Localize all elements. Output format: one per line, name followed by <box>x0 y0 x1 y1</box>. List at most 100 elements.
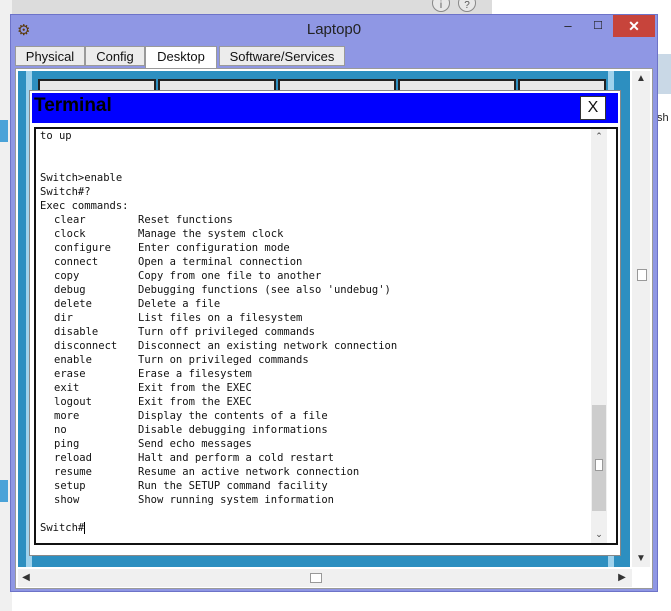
tab-desktop[interactable]: Desktop <box>145 46 217 68</box>
tab-software-services[interactable]: Software/Services <box>219 46 345 66</box>
command-name: connect <box>54 256 99 268</box>
command-description: Resume an active network connection <box>138 466 360 478</box>
background-app-top-edge: i ? <box>12 0 492 14</box>
command-row: logout Exit from the EXEC <box>40 395 588 409</box>
command-row: dir List files on a filesystem <box>40 311 588 325</box>
command-description: Open a terminal connection <box>138 256 303 268</box>
command-description: Turn off privileged commands <box>138 326 316 338</box>
command-name: erase <box>54 368 86 380</box>
terminal-console-frame: to up Switch>enable Switch#? Exec commands:… <box>34 127 618 545</box>
command-description: Turn on privileged commands <box>138 354 309 366</box>
prompt: Switch# <box>40 522 85 534</box>
command-name: disconnect <box>54 340 118 352</box>
tab-config[interactable]: Config <box>85 46 145 66</box>
command-row: clear Reset functions <box>40 213 588 227</box>
scroll-up-icon[interactable]: ⌃ <box>591 129 607 143</box>
background-thumbnail <box>657 54 671 94</box>
scroll-thumb[interactable] <box>592 405 606 511</box>
command-row: delete Delete a file <box>40 297 588 311</box>
tab-physical[interactable]: Physical <box>15 46 85 66</box>
command-name: enable <box>54 354 92 366</box>
command-description: Enter configuration mode <box>138 242 290 254</box>
command-row: clock Manage the system clock <box>40 227 588 241</box>
console-line: Exec commands: <box>40 200 129 212</box>
command-description: Disable debugging informations <box>138 424 328 436</box>
command-row: connect Open a terminal connection <box>40 255 588 269</box>
command-name: show <box>54 494 80 506</box>
command-name: copy <box>54 270 80 282</box>
command-name: dir <box>54 312 73 324</box>
desktop-horizontal-scrollbar[interactable]: ◀ ▶ <box>18 569 632 587</box>
console-line: to up <box>40 130 72 142</box>
command-row: more Display the contents of a file <box>40 409 588 423</box>
command-name: disable <box>54 326 99 338</box>
command-name: exit <box>54 382 80 394</box>
command-row: resume Resume an active network connectio… <box>40 465 588 479</box>
command-row: disconnect Disconnect an existing network… <box>40 339 588 353</box>
command-description: Halt and perform a cold restart <box>138 452 334 464</box>
command-row: disable Turn off privileged commands <box>40 325 588 339</box>
scroll-down-icon[interactable]: ▼ <box>632 551 650 567</box>
command-row: enable Turn on privileged commands <box>40 353 588 367</box>
command-name: resume <box>54 466 92 478</box>
minimize-button[interactable]: – <box>555 15 581 37</box>
command-row: setup Run the SETUP command facility <box>40 479 588 493</box>
command-row: reload Halt and perform a cold restart <box>40 451 588 465</box>
command-name: delete <box>54 298 92 310</box>
command-description: Run the SETUP command facility <box>138 480 328 492</box>
desktop-vertical-scrollbar[interactable]: ▲ ▼ <box>632 71 650 567</box>
command-name: debug <box>54 284 86 296</box>
command-description: Disconnect an existing network connectio… <box>138 340 398 352</box>
command-row: ping Send echo messages <box>40 437 588 451</box>
close-button[interactable]: ✕ <box>613 15 655 37</box>
scroll-thumb[interactable] <box>310 573 322 583</box>
command-description: Send echo messages <box>138 438 252 450</box>
command-description: Debugging functions (see also 'undebug') <box>138 284 391 296</box>
terminal-scrollbar[interactable]: ⌃ ⌄ <box>591 129 607 543</box>
command-row: erase Erase a filesystem <box>40 367 588 381</box>
scroll-up-icon[interactable]: ▲ <box>632 71 650 87</box>
scroll-left-icon[interactable]: ◀ <box>18 569 34 587</box>
scroll-down-icon[interactable]: ⌄ <box>591 527 607 541</box>
console-line: Switch>enable <box>40 172 123 184</box>
command-description: Display the contents of a file <box>138 410 328 422</box>
terminal-title: Terminal <box>34 95 112 116</box>
command-name: more <box>54 410 80 422</box>
command-description: Manage the system clock <box>138 228 284 240</box>
terminal-console[interactable]: to up Switch>enable Switch#? Exec commands:… <box>40 129 588 543</box>
command-row: configure Enter configuration mode <box>40 241 588 255</box>
terminal-dialog: Terminal X to up Switch>enable Switch#? Exe… <box>29 90 621 556</box>
command-description: Show running system information <box>138 494 334 506</box>
command-description: Exit from the EXEC <box>138 396 252 408</box>
command-row: show Show running system information <box>40 493 588 507</box>
command-row: debug Debugging functions (see also 'unde… <box>40 283 588 297</box>
command-name: clear <box>54 214 86 226</box>
scroll-grip <box>595 459 603 471</box>
command-row: copy Copy from one file to another <box>40 269 588 283</box>
background-strip <box>0 480 8 502</box>
background-strip <box>0 120 8 142</box>
terminal-titlebar[interactable]: Terminal X <box>32 93 618 123</box>
background-text-fragment: sh <box>657 112 669 124</box>
maximize-button[interactable]: ☐ <box>585 15 611 37</box>
command-name: clock <box>54 228 86 240</box>
info-icon: i <box>432 0 450 12</box>
command-description: Reset functions <box>138 214 233 226</box>
command-name: no <box>54 424 67 436</box>
command-name: configure <box>54 242 111 254</box>
command-name: reload <box>54 452 92 464</box>
command-name: logout <box>54 396 92 408</box>
command-name: setup <box>54 480 86 492</box>
command-row: exit Exit from the EXEC <box>40 381 588 395</box>
window-titlebar[interactable]: ⚙ Laptop0 – ☐ ✕ <box>11 15 657 45</box>
prompt-line[interactable]: Switch# <box>40 521 588 535</box>
command-name: ping <box>54 438 80 450</box>
command-row: no Disable debugging informations <box>40 423 588 437</box>
scroll-right-icon[interactable]: ▶ <box>614 569 630 587</box>
command-description: Exit from the EXEC <box>138 382 252 394</box>
terminal-close-button[interactable]: X <box>580 96 606 120</box>
scroll-thumb[interactable] <box>637 269 647 281</box>
